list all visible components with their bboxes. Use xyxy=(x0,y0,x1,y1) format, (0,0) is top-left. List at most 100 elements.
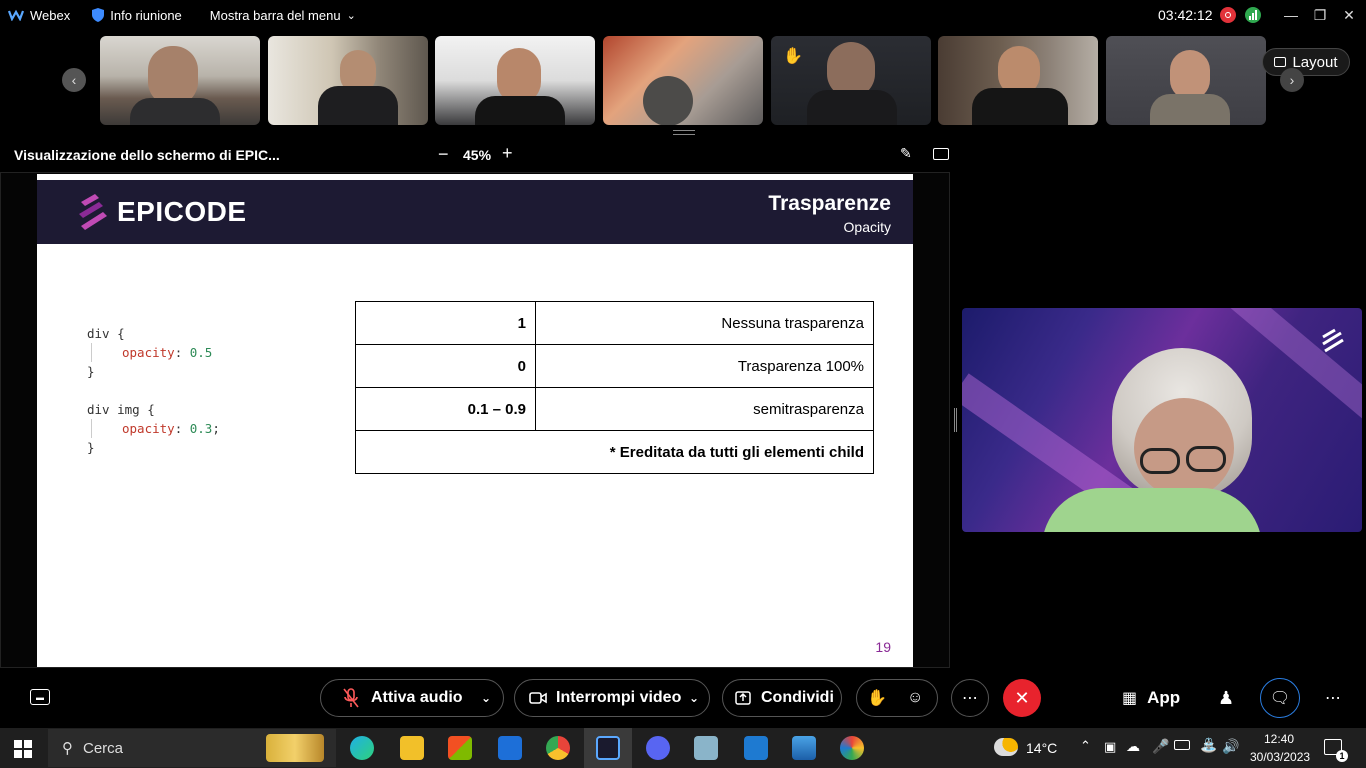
paint-icon[interactable] xyxy=(840,736,864,760)
apps-button[interactable]: ▦ App xyxy=(1122,688,1180,708)
store-icon[interactable] xyxy=(448,736,472,760)
participant-video-1[interactable] xyxy=(100,36,260,125)
mic-muted-icon xyxy=(343,688,359,708)
leave-meeting-button[interactable]: ✕ xyxy=(1003,679,1041,717)
epicode-watermark-icon xyxy=(1322,328,1344,353)
code-line: } xyxy=(87,364,95,379)
mic-tray-icon[interactable]: 🎤 xyxy=(1152,738,1169,755)
table-cell-desc: Nessuna trasparenza xyxy=(535,301,874,345)
presenter-video[interactable] xyxy=(962,308,1362,532)
layout-label: Layout xyxy=(1292,53,1338,71)
zoom-out-button[interactable]: − xyxy=(438,144,449,165)
network-stats-icon[interactable] xyxy=(1245,7,1261,23)
overflow-menu-icon[interactable]: ⋯ xyxy=(1325,688,1341,708)
cloud-icon[interactable]: ☁ xyxy=(1126,738,1140,755)
code-snippet: div { opacity: 0.5 } div img { opacity: … xyxy=(87,324,220,457)
discord-icon[interactable] xyxy=(646,736,670,760)
search-highlight-image xyxy=(266,734,324,762)
code-property: opacity xyxy=(122,421,175,436)
slide-brand: EPICODE xyxy=(117,196,247,227)
show-menu-bar-button[interactable]: Mostra barra del menu ⌄ xyxy=(210,8,356,23)
strip-next-button[interactable]: › xyxy=(1280,68,1304,92)
participant-video-3[interactable] xyxy=(435,36,595,125)
zoom-level: 45% xyxy=(463,147,492,163)
close-window-button[interactable]: ✕ xyxy=(1334,0,1364,30)
reactions-group: ✋ ☺ xyxy=(856,679,938,717)
file-explorer-icon[interactable] xyxy=(400,736,424,760)
clock-date[interactable]: 30/03/2023 xyxy=(1250,750,1310,764)
meeting-info-button[interactable]: Info riunione xyxy=(92,8,182,23)
edge-icon[interactable] xyxy=(350,736,374,760)
participant-video-5[interactable]: ✋ xyxy=(771,36,931,125)
table-row: 0 Trasparenza 100% xyxy=(355,344,874,388)
restore-button[interactable]: ❐ xyxy=(1305,0,1335,30)
chrome-icon[interactable] xyxy=(546,736,570,760)
audio-button[interactable]: Attiva audio ⌄ xyxy=(320,679,504,717)
slide-subtitle: Opacity xyxy=(843,219,891,235)
recording-icon xyxy=(1220,7,1236,23)
code-punct: : xyxy=(174,421,190,436)
participant-video-4[interactable] xyxy=(603,36,763,125)
strip-resize-handle[interactable] xyxy=(673,130,695,135)
start-button[interactable] xyxy=(14,740,32,758)
captions-button[interactable]: ▬ xyxy=(30,689,50,705)
webex-app-menu[interactable]: Webex xyxy=(8,8,70,23)
zoom-in-button[interactable]: + xyxy=(502,143,513,164)
share-screen-icon xyxy=(735,691,751,705)
meeting-clock: 03:42:12 xyxy=(1158,7,1213,23)
share-label: Condividi xyxy=(761,689,834,706)
participants-icon[interactable]: ♟ xyxy=(1218,688,1234,709)
camera-tray-icon[interactable]: ▣ xyxy=(1104,739,1116,755)
panel-resize-handle[interactable] xyxy=(954,408,957,432)
epicode-logo-icon xyxy=(79,194,107,230)
volume-icon[interactable]: 🔊 xyxy=(1222,738,1239,755)
chat-button[interactable]: 🗨 xyxy=(1260,678,1300,718)
reactions-icon[interactable]: ☺ xyxy=(907,689,923,707)
webex-logo-icon xyxy=(8,9,24,21)
video-label: Interrompi video xyxy=(556,689,682,706)
code-punct: : xyxy=(174,345,190,360)
webex-taskbar-icon[interactable] xyxy=(596,736,620,760)
search-icon: ⚲ xyxy=(62,740,73,757)
chevron-down-icon[interactable]: ⌄ xyxy=(481,691,491,705)
more-options-button[interactable]: ⋯ xyxy=(951,679,989,717)
chevron-down-icon: ⌄ xyxy=(346,9,356,22)
audio-label: Attiva audio xyxy=(371,689,463,706)
code-value: 0.3 xyxy=(189,421,213,436)
chevron-down-icon[interactable]: ⌄ xyxy=(689,691,699,705)
annotate-icon[interactable]: ✎ xyxy=(900,145,912,162)
code-value: 0.5 xyxy=(189,345,213,360)
video-button[interactable]: Interrompi video ⌄ xyxy=(514,679,710,717)
raise-hand-icon[interactable]: ✋ xyxy=(867,688,887,708)
participant-video-2[interactable] xyxy=(268,36,428,125)
code-line: } xyxy=(87,440,95,455)
photos-icon[interactable] xyxy=(792,736,816,760)
share-button[interactable]: Condividi xyxy=(722,679,842,717)
code-line: div { xyxy=(87,326,125,341)
clock-time[interactable]: 12:40 xyxy=(1264,732,1294,746)
strip-prev-button[interactable]: ‹ xyxy=(62,68,86,92)
notes-app-icon[interactable] xyxy=(694,736,718,760)
table-cell-desc: semitrasparenza xyxy=(535,387,874,431)
share-title: Visualizzazione dello schermo di EPIC... xyxy=(14,147,280,163)
table-cell-value: 0 xyxy=(355,344,536,388)
minimize-button[interactable]: — xyxy=(1276,0,1306,30)
battery-icon[interactable] xyxy=(1174,740,1190,750)
weather-icon[interactable] xyxy=(994,738,1018,756)
table-row: 1 Nessuna trasparenza xyxy=(355,301,874,345)
camera-icon xyxy=(529,692,547,704)
table-cell-value: 1 xyxy=(355,301,536,345)
wifi-icon[interactable]: ⛲ xyxy=(1200,737,1217,754)
participant-video-6[interactable] xyxy=(938,36,1098,125)
weather-temp: 14°C xyxy=(1026,740,1058,756)
vscode-icon[interactable] xyxy=(744,736,768,760)
slide-header: EPICODE Trasparenze Opacity xyxy=(37,180,913,244)
participant-video-7[interactable] xyxy=(1106,36,1266,125)
mail-icon[interactable] xyxy=(498,736,522,760)
share-view-icon[interactable] xyxy=(933,148,949,160)
tray-chevron-icon[interactable]: ⌃ xyxy=(1080,738,1091,754)
table-note: * Ereditata da tutti gli elementi child xyxy=(355,430,874,474)
presentation-slide: EPICODE Trasparenze Opacity div { opacit… xyxy=(37,174,913,667)
layout-button[interactable]: Layout xyxy=(1262,48,1350,76)
layout-icon xyxy=(1274,57,1287,67)
